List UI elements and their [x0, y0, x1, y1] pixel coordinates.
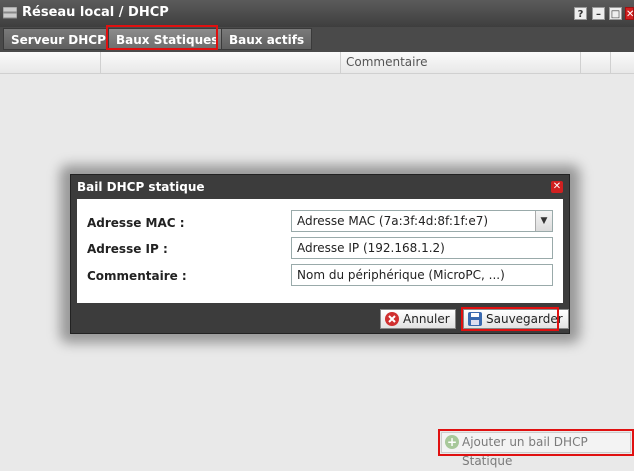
mac-address-select[interactable]: Adresse MAC (7a:3f:4d:8f:1f:e7) ▼	[291, 210, 553, 232]
window-title: Réseau local / DHCP	[22, 5, 169, 20]
floppy-disk-icon	[468, 312, 482, 326]
tab-bar: Serveur DHCP Baux Statiques Baux actifs	[0, 27, 634, 52]
mac-address-value: Adresse MAC (7a:3f:4d:8f:1f:e7)	[297, 214, 489, 228]
maximize-button[interactable]: □	[609, 7, 622, 20]
grid-column-divider[interactable]	[580, 52, 581, 73]
network-icon	[3, 7, 17, 19]
cancel-button[interactable]: Annuler	[380, 309, 456, 329]
grid-column-divider[interactable]	[610, 52, 611, 73]
grid-header: Commentaire	[0, 52, 634, 74]
close-button[interactable]: ✕	[625, 7, 634, 20]
dialog-close-icon[interactable]: ✕	[551, 181, 563, 193]
static-lease-dialog: Bail DHCP statique ✕ Adresse MAC : Adres…	[70, 174, 570, 334]
plus-icon: +	[445, 435, 459, 449]
minimize-button[interactable]: –	[592, 7, 605, 20]
ip-address-input[interactable]: Adresse IP (192.168.1.2)	[291, 237, 553, 259]
save-label: Sauvegarder	[486, 312, 563, 326]
add-static-lease-label: Ajouter un bail DHCP Statique	[462, 435, 588, 468]
comment-input[interactable]: Nom du périphérique (MicroPC, ...)	[291, 264, 553, 286]
tab-serveur-dhcp[interactable]: Serveur DHCP	[3, 28, 114, 50]
save-button[interactable]: Sauvegarder	[463, 309, 569, 329]
grid-column-divider[interactable]	[340, 52, 341, 73]
window-titlebar: Réseau local / DHCP ? – □ ✕	[0, 0, 634, 27]
help-button[interactable]: ?	[574, 7, 587, 20]
cancel-icon	[385, 312, 399, 326]
column-header-commentaire[interactable]: Commentaire	[346, 55, 428, 69]
grid-column-divider[interactable]	[100, 52, 101, 73]
cancel-label: Annuler	[403, 312, 450, 326]
ip-address-label: Adresse IP :	[87, 242, 168, 256]
dialog-form: Adresse MAC : Adresse MAC (7a:3f:4d:8f:1…	[77, 199, 563, 303]
mac-address-label: Adresse MAC :	[87, 216, 185, 230]
add-static-lease-button[interactable]: + Ajouter un bail DHCP Statique	[441, 432, 631, 468]
tab-baux-statiques[interactable]: Baux Statiques	[108, 28, 227, 50]
comment-label: Commentaire :	[87, 269, 187, 283]
chevron-down-icon[interactable]: ▼	[535, 211, 552, 231]
dialog-title: Bail DHCP statique	[77, 180, 205, 194]
tab-baux-actifs[interactable]: Baux actifs	[221, 28, 313, 50]
